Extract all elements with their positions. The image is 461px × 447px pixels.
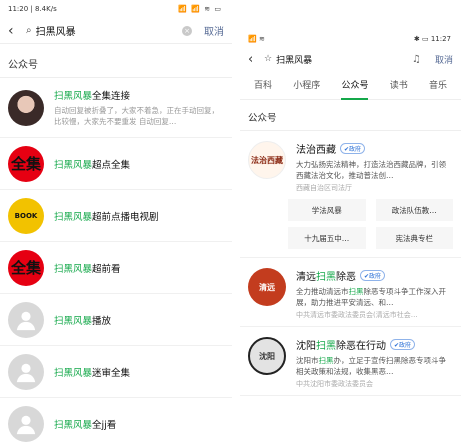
section-title: 公众号 [0,44,232,78]
account-org: 中共清远市委政法委员会(清远市社会… [296,311,418,319]
avatar: 全集 [8,145,44,182]
search-icon: ☆ [264,54,273,64]
search-input[interactable]: 扫黑风暴 [36,23,182,38]
account-name: 法治西藏 [296,145,336,156]
result-desc: 自动回复被折叠了，大家不着急，正在手动回复，比较慢，大家先不要重发 自动回复… [54,106,219,126]
article-link[interactable]: 政法队伍教… [375,199,453,221]
account-name: 沈阳扫黑除恶在行动 [296,341,386,352]
account-org: 西藏自治区司法厅 [296,184,352,192]
result-name: 扫黑风暴超前点播电视剧 [54,211,159,223]
result-name: 扫黑风暴播放 [54,315,112,327]
account-card[interactable]: 法治西藏 法治西藏 ✔政府 大力弘扬宪法精神，打造法治西藏品牌，引领西藏法治文化… [240,131,461,258]
tab-music[interactable]: 音乐 [429,78,447,100]
cancel-button[interactable]: 取消 [204,23,224,38]
verified-badge: ✔政府 [390,339,416,350]
result-item[interactable]: BOOK 扫黑风暴超前点播电视剧 [0,190,232,242]
default-avatar-icon [8,405,44,442]
tab-books[interactable]: 读书 [390,78,408,100]
result-item[interactable]: 全集 扫黑风暴超前看 [0,242,232,294]
back-icon[interactable]: ‹ [8,23,22,39]
back-icon[interactable]: ‹ [248,52,262,67]
account-desc: 全力推动清远市扫黑除恶专项斗争工作深入开展，助力推进平安清远、和… [296,287,446,307]
search-bar: ‹ ⌕ 扫黑风暴 × 取消 [0,18,232,44]
avatar: BOOK [8,197,44,234]
result-name: 扫黑风暴迷审全集 [54,367,131,379]
right-screen: 📶 ≋ ✱ ▭ 11:27 ‹ ☆ 扫黑风暴 ♫ 取消 百科 小程序 公众号 读… [240,0,461,447]
article-link[interactable]: 宪法典专栏 [375,227,453,249]
avatar: 全集 [8,249,44,286]
voice-icon[interactable]: ♫ [412,54,421,65]
account-org: 中共沈阳市委政法委员会 [296,380,373,388]
result-item[interactable]: 扫黑风暴迷审全集 [0,346,232,398]
default-avatar-icon [8,301,44,338]
tab-miniprogram[interactable]: 小程序 [293,78,320,100]
default-avatar-icon [8,353,44,390]
search-bar: ‹ ☆ 扫黑风暴 ♫ 取消 [240,48,461,70]
result-item[interactable]: 全集 扫黑风暴超点全集 [0,138,232,190]
article-link[interactable]: 十九届五中… [288,227,366,249]
result-name: 扫黑风暴全集连接 [54,91,131,102]
left-screen: 11:20 | 8.4K/s 📶 📶 ≋ ▭ ‹ ⌕ 扫黑风暴 × 取消 公众号… [0,0,232,447]
result-item[interactable]: 扫黑风暴全集连接 自动回复被折叠了，大家不着急，正在手动回复，比较慢，大家先不要… [0,78,232,138]
tab-bar: 百科 小程序 公众号 读书 音乐 [240,70,461,100]
account-desc: 沈阳市扫黑办，立足于宣传扫黑除恶专项斗争相关政策和法规，收集黑恶… [296,356,446,376]
result-name: 扫黑风暴全jj看 [54,419,117,431]
account-card[interactable]: 清远 清远扫黑除恶 ✔政府 全力推动清远市扫黑除恶专项斗争工作深入开展，助力推进… [240,258,461,327]
status-time: 11:20 [8,5,29,13]
avatar [8,89,44,126]
result-item[interactable]: 扫黑风暴全jj看 [0,398,232,447]
status-icons: 📶 📶 ≋ ▭ [178,5,222,13]
status-bar: 11:20 | 8.4K/s 📶 📶 ≋ ▭ [8,5,222,13]
avatar: 沈阳 [248,337,286,375]
account-card[interactable]: 沈阳 沈阳扫黑除恶在行动 ✔政府 沈阳市扫黑办，立足于宣传扫黑除恶专项斗争相关政… [240,327,461,396]
article-grid: 学法风暴 政法队伍教… 十九届五中… 宪法典专栏 [240,193,461,257]
verified-badge: ✔政府 [360,270,386,281]
avatar: 清远 [248,268,286,306]
status-net-speed: 8.4K/s [35,5,57,13]
status-icons-left: 📶 ≋ [248,35,265,43]
status-bar: 📶 ≋ ✱ ▭ 11:27 [240,30,461,48]
section-title: 公众号 [240,100,461,131]
tab-baike[interactable]: 百科 [254,78,272,100]
account-desc: 大力弘扬宪法精神，打造法治西藏品牌，引领西藏法治文化，推动普法创… [296,160,446,180]
clear-icon[interactable]: × [182,25,192,36]
verified-badge: ✔政府 [340,143,366,154]
avatar: 法治西藏 [248,141,286,179]
tab-official-accounts[interactable]: 公众号 [341,78,369,100]
search-input[interactable]: 扫黑风暴 [276,53,412,66]
result-item[interactable]: 扫黑风暴播放 [0,294,232,346]
search-icon: ⌕ [26,25,32,36]
result-name: 扫黑风暴超点全集 [54,159,131,171]
article-link[interactable]: 学法风暴 [288,199,366,221]
account-name: 清远扫黑除恶 [296,272,356,283]
result-name: 扫黑风暴超前看 [54,263,121,275]
cancel-button[interactable]: 取消 [435,53,453,66]
status-icons-right: ✱ ▭ 11:27 [413,35,451,43]
